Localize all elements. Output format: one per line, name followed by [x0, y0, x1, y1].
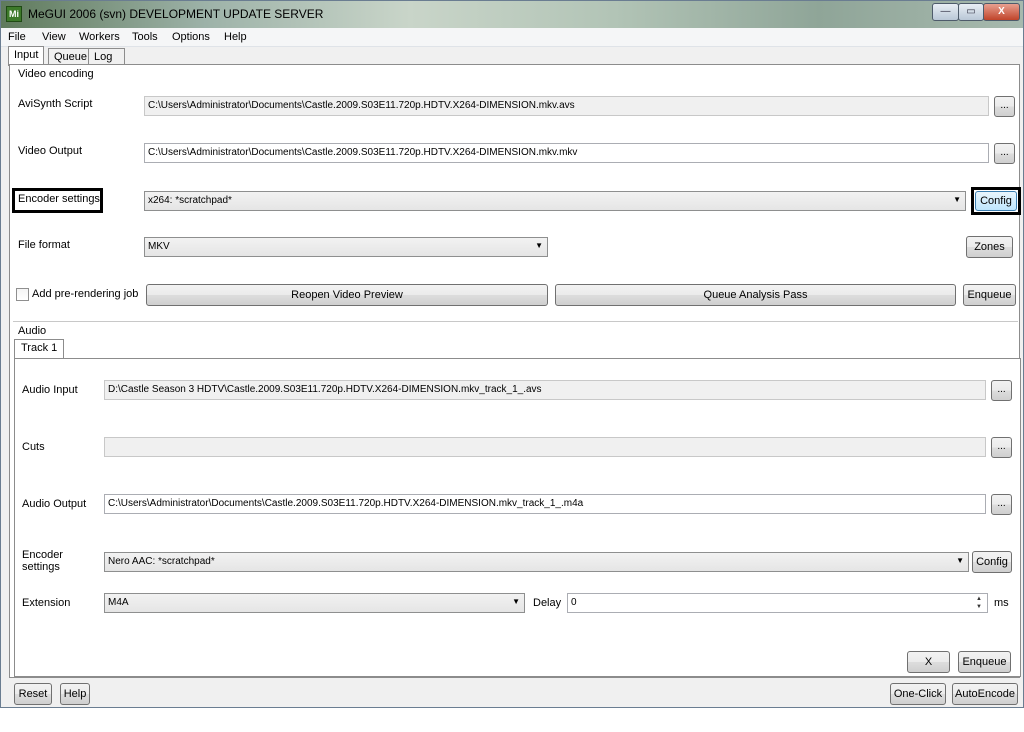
chevron-down-icon: ▼ — [953, 195, 961, 204]
menu-file[interactable]: File — [8, 31, 26, 43]
tab-track-1[interactable]: Track 1 — [14, 339, 64, 359]
avisynth-browse-button[interactable]: ... — [994, 96, 1015, 117]
cuts-label: Cuts — [22, 441, 45, 453]
audio-encoder-select[interactable]: Nero AAC: *scratchpad* ▼ — [104, 552, 969, 572]
help-button[interactable]: Help — [60, 683, 90, 705]
reset-button[interactable]: Reset — [14, 683, 52, 705]
audio-input-browse-button[interactable]: ... — [991, 380, 1012, 401]
app-icon: Mi — [6, 6, 22, 22]
section-divider — [13, 321, 1018, 322]
remove-track-button[interactable]: X — [907, 651, 950, 673]
cuts-field[interactable] — [104, 437, 986, 457]
file-format-select[interactable]: MKV ▼ — [144, 237, 548, 257]
menu-help[interactable]: Help — [224, 31, 247, 43]
audio-output-field[interactable]: C:\Users\Administrator\Documents\Castle.… — [104, 494, 986, 514]
video-output-label: Video Output — [18, 145, 83, 157]
audio-group-title: Audio — [17, 325, 48, 337]
menu-view[interactable]: View — [42, 31, 66, 43]
video-output-browse-button[interactable]: ... — [994, 143, 1015, 164]
extension-value: M4A — [108, 597, 129, 608]
spinner-arrows-icon[interactable]: ▲ ▼ — [973, 595, 985, 611]
cuts-browse-button[interactable]: ... — [991, 437, 1012, 458]
extension-label: Extension — [22, 597, 71, 609]
audio-enqueue-button[interactable]: Enqueue — [958, 651, 1011, 673]
audio-encoder-value: Nero AAC: *scratchpad* — [108, 556, 215, 567]
chevron-down-icon: ▼ — [956, 556, 964, 565]
video-output-field[interactable]: C:\Users\Administrator\Documents\Castle.… — [144, 143, 989, 163]
video-encoder-select[interactable]: x264: *scratchpad* ▼ — [144, 191, 966, 211]
tab-input[interactable]: Input — [8, 46, 45, 66]
file-format-value: MKV — [148, 241, 170, 252]
zones-button[interactable]: Zones — [966, 236, 1013, 258]
video-config-button[interactable]: Config — [975, 191, 1017, 211]
prerender-label: Add pre-rendering job — [32, 288, 139, 300]
audio-encoder-label-line1: Encoder — [22, 549, 63, 561]
chevron-down-icon: ▼ — [535, 241, 543, 250]
chevron-down-icon: ▼ — [512, 597, 520, 606]
maximize-button[interactable]: ▭ — [958, 3, 984, 21]
prerender-checkbox[interactable] — [16, 288, 29, 301]
one-click-button[interactable]: One-Click — [890, 683, 946, 705]
autoencode-button[interactable]: AutoEncode — [952, 683, 1018, 705]
file-format-label: File format — [18, 239, 70, 251]
close-button[interactable]: X — [983, 3, 1020, 21]
title-bar[interactable]: Mi MeGUI 2006 (svn) DEVELOPMENT UPDATE S… — [1, 1, 1023, 28]
window-title: MeGUI 2006 (svn) DEVELOPMENT UPDATE SERV… — [28, 7, 324, 21]
video-encoder-value: x264: *scratchpad* — [148, 195, 232, 206]
audio-config-button[interactable]: Config — [972, 551, 1012, 573]
menu-workers[interactable]: Workers — [79, 31, 120, 43]
video-encoder-settings-label: Encoder settings — [18, 193, 100, 205]
audio-encoder-label-line2: settings — [22, 561, 60, 573]
audio-track-pane — [14, 358, 1021, 677]
audio-input-label: Audio Input — [22, 384, 78, 396]
queue-analysis-pass-button[interactable]: Queue Analysis Pass — [555, 284, 956, 306]
menu-options[interactable]: Options — [172, 31, 210, 43]
audio-output-browse-button[interactable]: ... — [991, 494, 1012, 515]
delay-label: Delay — [533, 597, 562, 609]
audio-output-label: Audio Output — [22, 498, 87, 510]
delay-input[interactable]: 0 ▲ ▼ — [567, 593, 988, 613]
video-enqueue-button[interactable]: Enqueue — [963, 284, 1016, 306]
video-encoding-group-title: Video encoding — [17, 68, 95, 80]
delay-unit: ms — [994, 597, 1009, 609]
extension-select[interactable]: M4A ▼ — [104, 593, 525, 613]
menu-tools[interactable]: Tools — [132, 31, 158, 43]
main-window: Mi MeGUI 2006 (svn) DEVELOPMENT UPDATE S… — [0, 0, 1024, 708]
menu-bar: File View Workers Tools Options Help — [1, 28, 1023, 47]
avisynth-script-field[interactable]: C:\Users\Administrator\Documents\Castle.… — [144, 96, 989, 116]
reopen-video-preview-button[interactable]: Reopen Video Preview — [146, 284, 548, 306]
audio-input-field[interactable]: D:\Castle Season 3 HDTV\Castle.2009.S03E… — [104, 380, 986, 400]
avisynth-script-label: AviSynth Script — [18, 98, 93, 110]
minimize-button[interactable]: — — [932, 3, 959, 21]
delay-value: 0 — [571, 597, 577, 608]
